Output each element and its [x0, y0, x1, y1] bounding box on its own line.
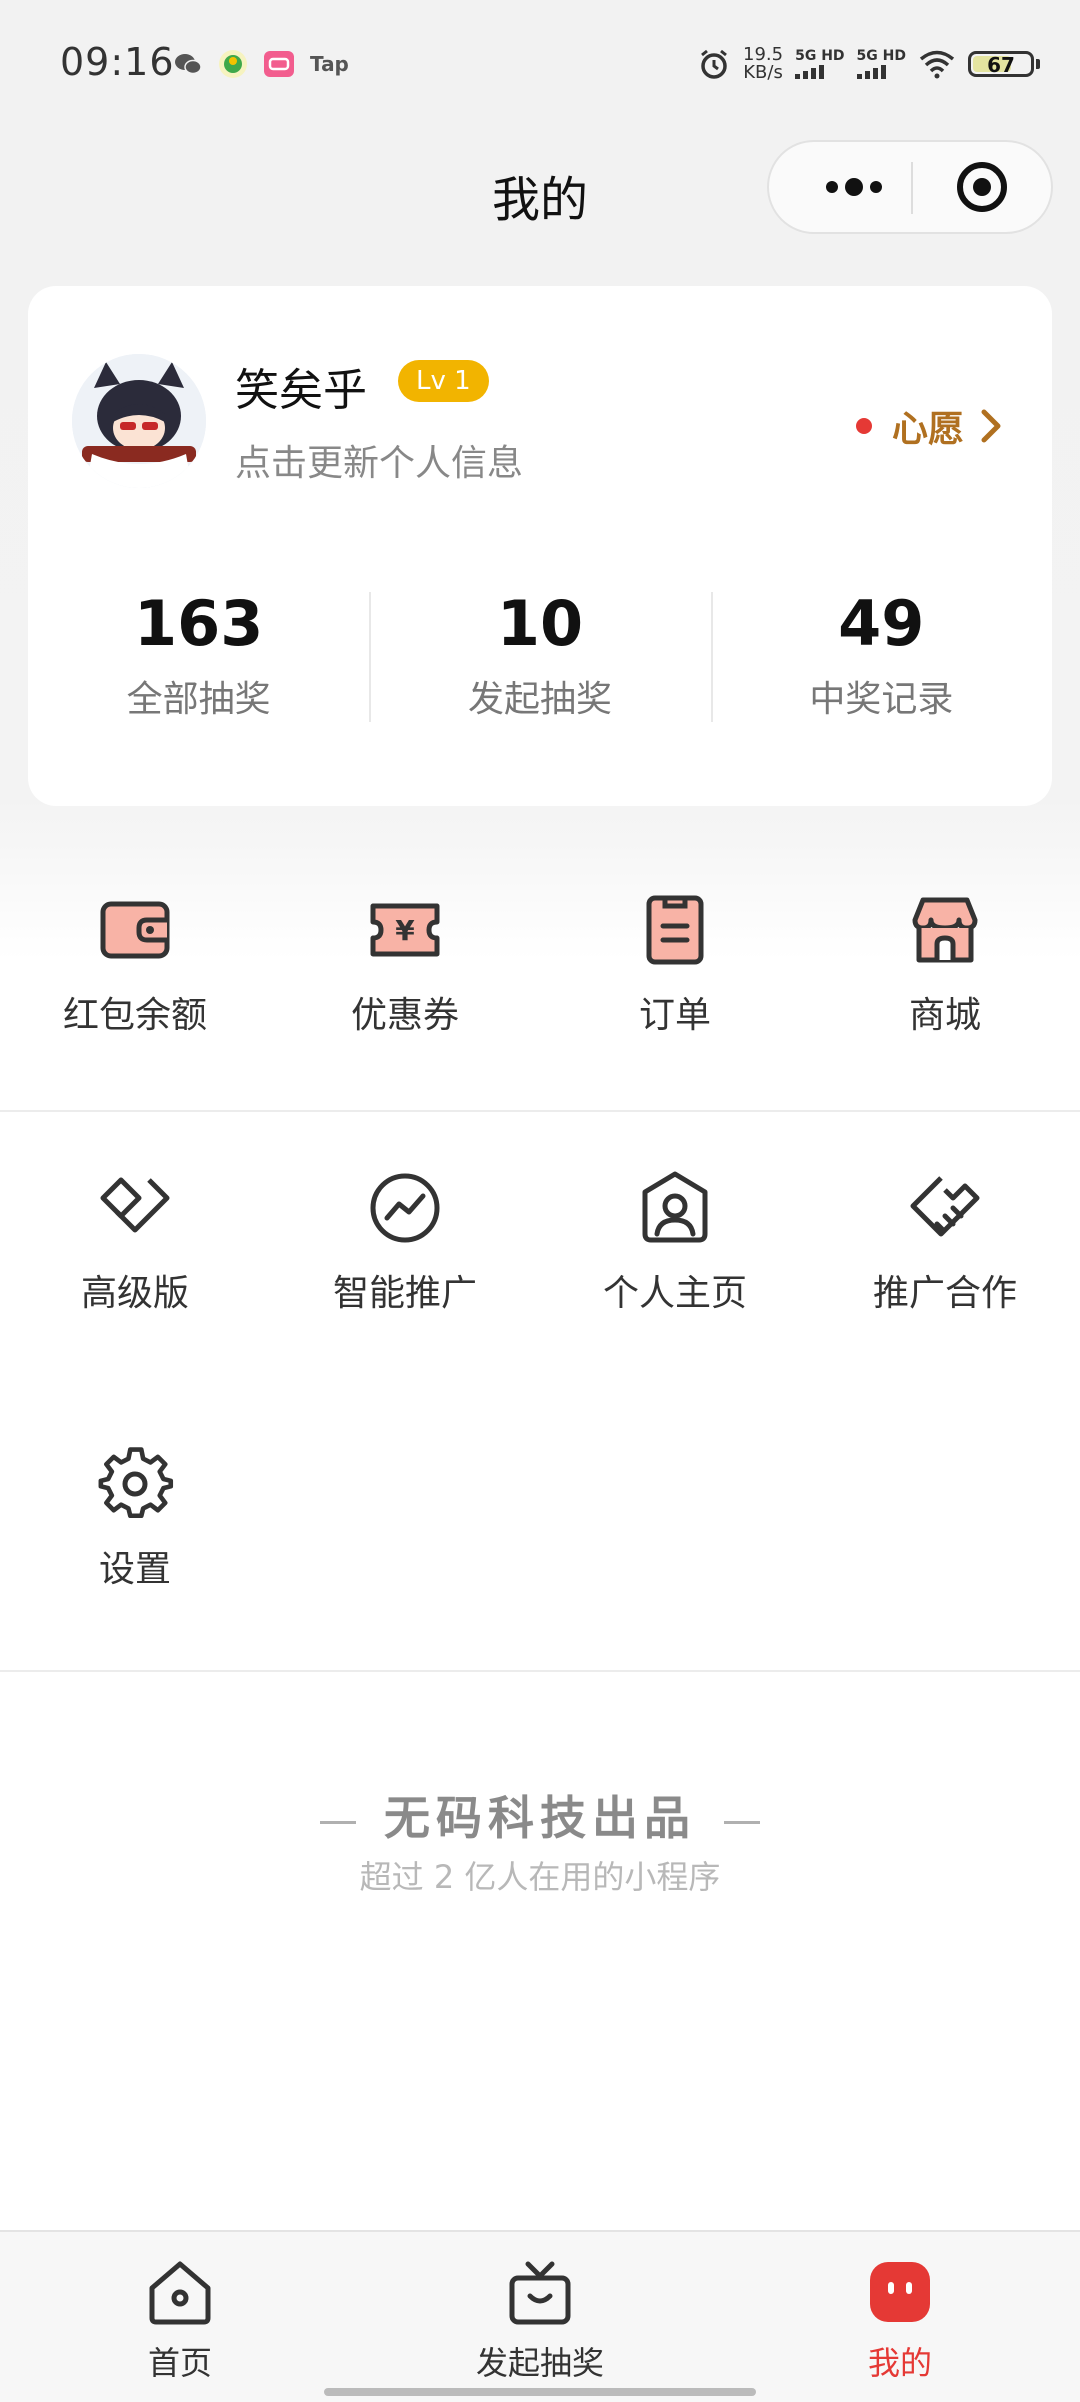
menu-label: 设置 — [98, 1549, 171, 1590]
tab-create-lottery[interactable]: 发起抽奖 — [440, 2256, 640, 2384]
profile-icon — [642, 1171, 708, 1243]
sim1-signal: 5G HD — [795, 48, 845, 79]
status-bar: 09:16 Tap 19.5 KB/s 5G HD 5G HD 67 — [0, 0, 1080, 130]
footer-branding: 无码科技出品 超过 2 亿人在用的小程序 — [0, 1782, 1080, 1898]
sim2-label: 5G HD — [856, 48, 906, 64]
menu-label: 个人主页 — [602, 1273, 747, 1314]
stat-label: 全部抽奖 — [126, 679, 271, 720]
tap-app-label: Tap — [310, 52, 349, 76]
brand-title-row: 无码科技出品 — [0, 1782, 1080, 1848]
battery-icon: 67 — [968, 51, 1034, 77]
order-icon — [646, 895, 704, 965]
menu-item-premium[interactable]: 高级版 — [0, 1168, 270, 1316]
more-button[interactable] — [809, 142, 899, 232]
app-badge-icon — [219, 50, 247, 78]
miniprogram-capsule — [767, 140, 1053, 234]
status-time: 09:16 — [60, 40, 175, 84]
alarm-icon — [701, 49, 727, 79]
level-badge: Lv 1 — [398, 360, 489, 402]
menu-item-store[interactable]: 商城 — [810, 890, 1080, 1038]
trend-icon — [370, 1173, 440, 1243]
menu-label: 推广合作 — [872, 1273, 1017, 1314]
menu-label: 高级版 — [80, 1273, 189, 1314]
brand-dash — [724, 1820, 760, 1824]
status-indicators: 19.5 KB/s 5G HD 5G HD 67 — [697, 44, 1040, 84]
menu-item-coupon[interactable]: ¥ 优惠券 — [270, 890, 540, 1038]
handshake-icon — [910, 1176, 980, 1237]
menu-item-settings[interactable]: 设置 — [0, 1444, 270, 1592]
signal-bars-icon — [856, 63, 906, 79]
menu-label: 订单 — [638, 995, 711, 1036]
menu-item-smart-promotion[interactable]: 智能推广 — [270, 1168, 540, 1316]
menu-item-partnership[interactable]: 推广合作 — [810, 1168, 1080, 1316]
stat-win-records[interactable]: 49 中奖记录 — [710, 586, 1052, 726]
sim2-signal: 5G HD — [856, 48, 906, 79]
svg-text:¥: ¥ — [395, 914, 415, 947]
capsule-divider — [911, 162, 913, 214]
stat-value: 10 — [496, 587, 584, 660]
notification-dot — [856, 418, 872, 434]
wish-button[interactable]: 心愿 — [856, 396, 1004, 456]
stat-all-lotteries[interactable]: 163 全部抽奖 — [28, 586, 369, 726]
stats-row: 163 全部抽奖 10 发起抽奖 49 中奖记录 — [28, 586, 1052, 726]
menu-item-personal-page[interactable]: 个人主页 — [540, 1168, 810, 1316]
stat-value: 49 — [838, 587, 925, 660]
store-icon — [912, 897, 978, 963]
avatar[interactable] — [72, 354, 206, 488]
bilibili-icon — [264, 51, 294, 77]
net-speed: 19.5 KB/s — [743, 46, 783, 82]
sim1-label: 5G HD — [795, 48, 845, 64]
menu-item-order[interactable]: 订单 — [540, 890, 810, 1038]
profile-card: 笑矣乎 Lv 1 点击更新个人信息 心愿 163 全部抽奖 10 发起抽奖 49… — [28, 286, 1052, 806]
wifi-icon — [919, 50, 955, 79]
tab-home[interactable]: 首页 — [80, 2256, 280, 2384]
battery-level: 67 — [987, 53, 1015, 77]
net-speed-unit: KB/s — [743, 62, 783, 83]
tab-mine[interactable]: 我的 — [800, 2256, 1000, 2384]
menu-label: 商城 — [908, 995, 981, 1036]
mine-face-icon — [870, 2262, 930, 2322]
battery-tip — [1036, 59, 1040, 69]
gear-icon — [98, 1447, 174, 1519]
tab-label: 首页 — [147, 2344, 212, 2382]
menu-label: 智能推广 — [332, 1273, 477, 1314]
home-indicator[interactable] — [324, 2388, 756, 2396]
gift-box-icon — [509, 2261, 571, 2325]
menu-label: 优惠券 — [350, 995, 459, 1036]
diamond-icon — [100, 1177, 170, 1233]
bottom-tab-bar: 首页 发起抽奖 我的 — [0, 2230, 1080, 2402]
home-icon — [149, 2261, 211, 2325]
menu-item-wallet[interactable]: 红包余额 — [0, 890, 270, 1038]
tab-label: 我的 — [867, 2344, 932, 2382]
stat-label: 发起抽奖 — [467, 679, 612, 720]
stat-created-lotteries[interactable]: 10 发起抽奖 — [369, 586, 710, 726]
username[interactable]: 笑矣乎 — [235, 354, 367, 418]
coupon-icon: ¥ — [370, 903, 440, 957]
brand-subtitle: 超过 2 亿人在用的小程序 — [359, 1858, 721, 1896]
menu-label: 红包余额 — [62, 995, 207, 1036]
wish-label: 心愿 — [892, 409, 965, 450]
tab-label: 发起抽奖 — [475, 2344, 604, 2382]
section-divider — [0, 1110, 1080, 1112]
section-divider — [0, 1670, 1080, 1672]
wechat-icon — [175, 54, 202, 75]
signal-bars-icon — [795, 63, 844, 79]
stat-label: 中奖记录 — [809, 679, 954, 720]
close-miniprogram-button[interactable] — [955, 160, 1009, 214]
more-dots-icon — [826, 178, 882, 196]
stat-value: 163 — [133, 587, 264, 660]
brand-dash — [320, 1820, 356, 1824]
chevron-right-icon — [981, 409, 1001, 443]
update-profile-link[interactable]: 点击更新个人信息 — [235, 434, 523, 486]
brand-title: 无码科技出品 — [384, 1791, 696, 1845]
avatar-illustration — [72, 354, 206, 488]
wallet-icon — [100, 901, 170, 959]
